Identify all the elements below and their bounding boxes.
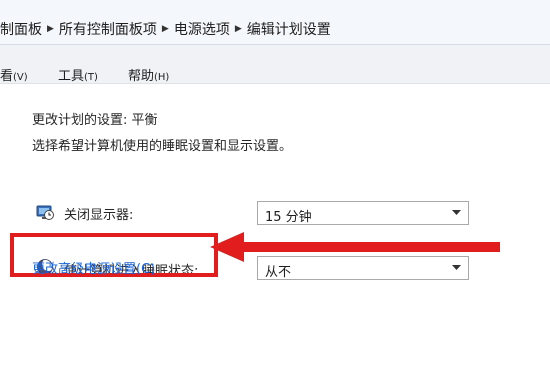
display-off-select[interactable]: 15 分钟 (257, 201, 469, 225)
display-off-label: 关闭显示器: (64, 208, 134, 223)
breadcrumb-control-panel[interactable]: 制面板 (0, 19, 42, 39)
advanced-power-settings-link[interactable]: 更改高级电源设置(C) (32, 258, 155, 277)
menu-help-accel: (H) (154, 72, 170, 83)
breadcrumb-separator-icon[interactable]: ▶ (162, 24, 169, 34)
breadcrumb-power-options[interactable]: 电源选项 (174, 19, 230, 39)
sleep-value: 从不 (265, 265, 292, 280)
breadcrumb-edit-plan-settings[interactable]: 编辑计划设置 (247, 19, 331, 39)
monitor-clock-icon (36, 205, 54, 220)
plan-instructions: 选择希望计算机使用的睡眠设置和显示设置。 (32, 139, 293, 154)
menu-help-label: 帮助 (128, 69, 155, 84)
menu-view[interactable]: 看(V) (0, 65, 28, 84)
content-area: 更改计划的设置: 平衡 选择希望计算机使用的睡眠设置和显示设置。 关闭显示器: … (0, 84, 550, 366)
red-arrow-icon (210, 232, 500, 262)
breadcrumb: 制面板 ▶ 所有控制面板项 ▶ 电源选项 ▶ 编辑计划设置 (0, 19, 331, 39)
display-off-value: 15 分钟 (265, 210, 312, 225)
menu-tools[interactable]: 工具(T) (58, 65, 98, 84)
breadcrumb-separator-icon[interactable]: ▶ (235, 24, 242, 34)
menu-help[interactable]: 帮助(H) (128, 65, 169, 84)
chevron-down-icon[interactable] (448, 202, 464, 224)
breadcrumb-all-control-panel-items[interactable]: 所有控制面板项 (59, 19, 157, 39)
menu-tools-label: 工具 (58, 69, 85, 84)
address-bar: 制面板 ▶ 所有控制面板项 ▶ 电源选项 ▶ 编辑计划设置 (0, 0, 550, 45)
menu-bar: 看(V) 工具(T) 帮助(H) (0, 45, 550, 84)
plan-heading: 更改计划的设置: 平衡 (32, 113, 158, 128)
menu-view-label: 看 (0, 69, 14, 84)
menu-tools-accel: (T) (84, 72, 98, 83)
menu-view-accel: (V) (13, 72, 28, 83)
breadcrumb-separator-icon[interactable]: ▶ (47, 24, 54, 34)
